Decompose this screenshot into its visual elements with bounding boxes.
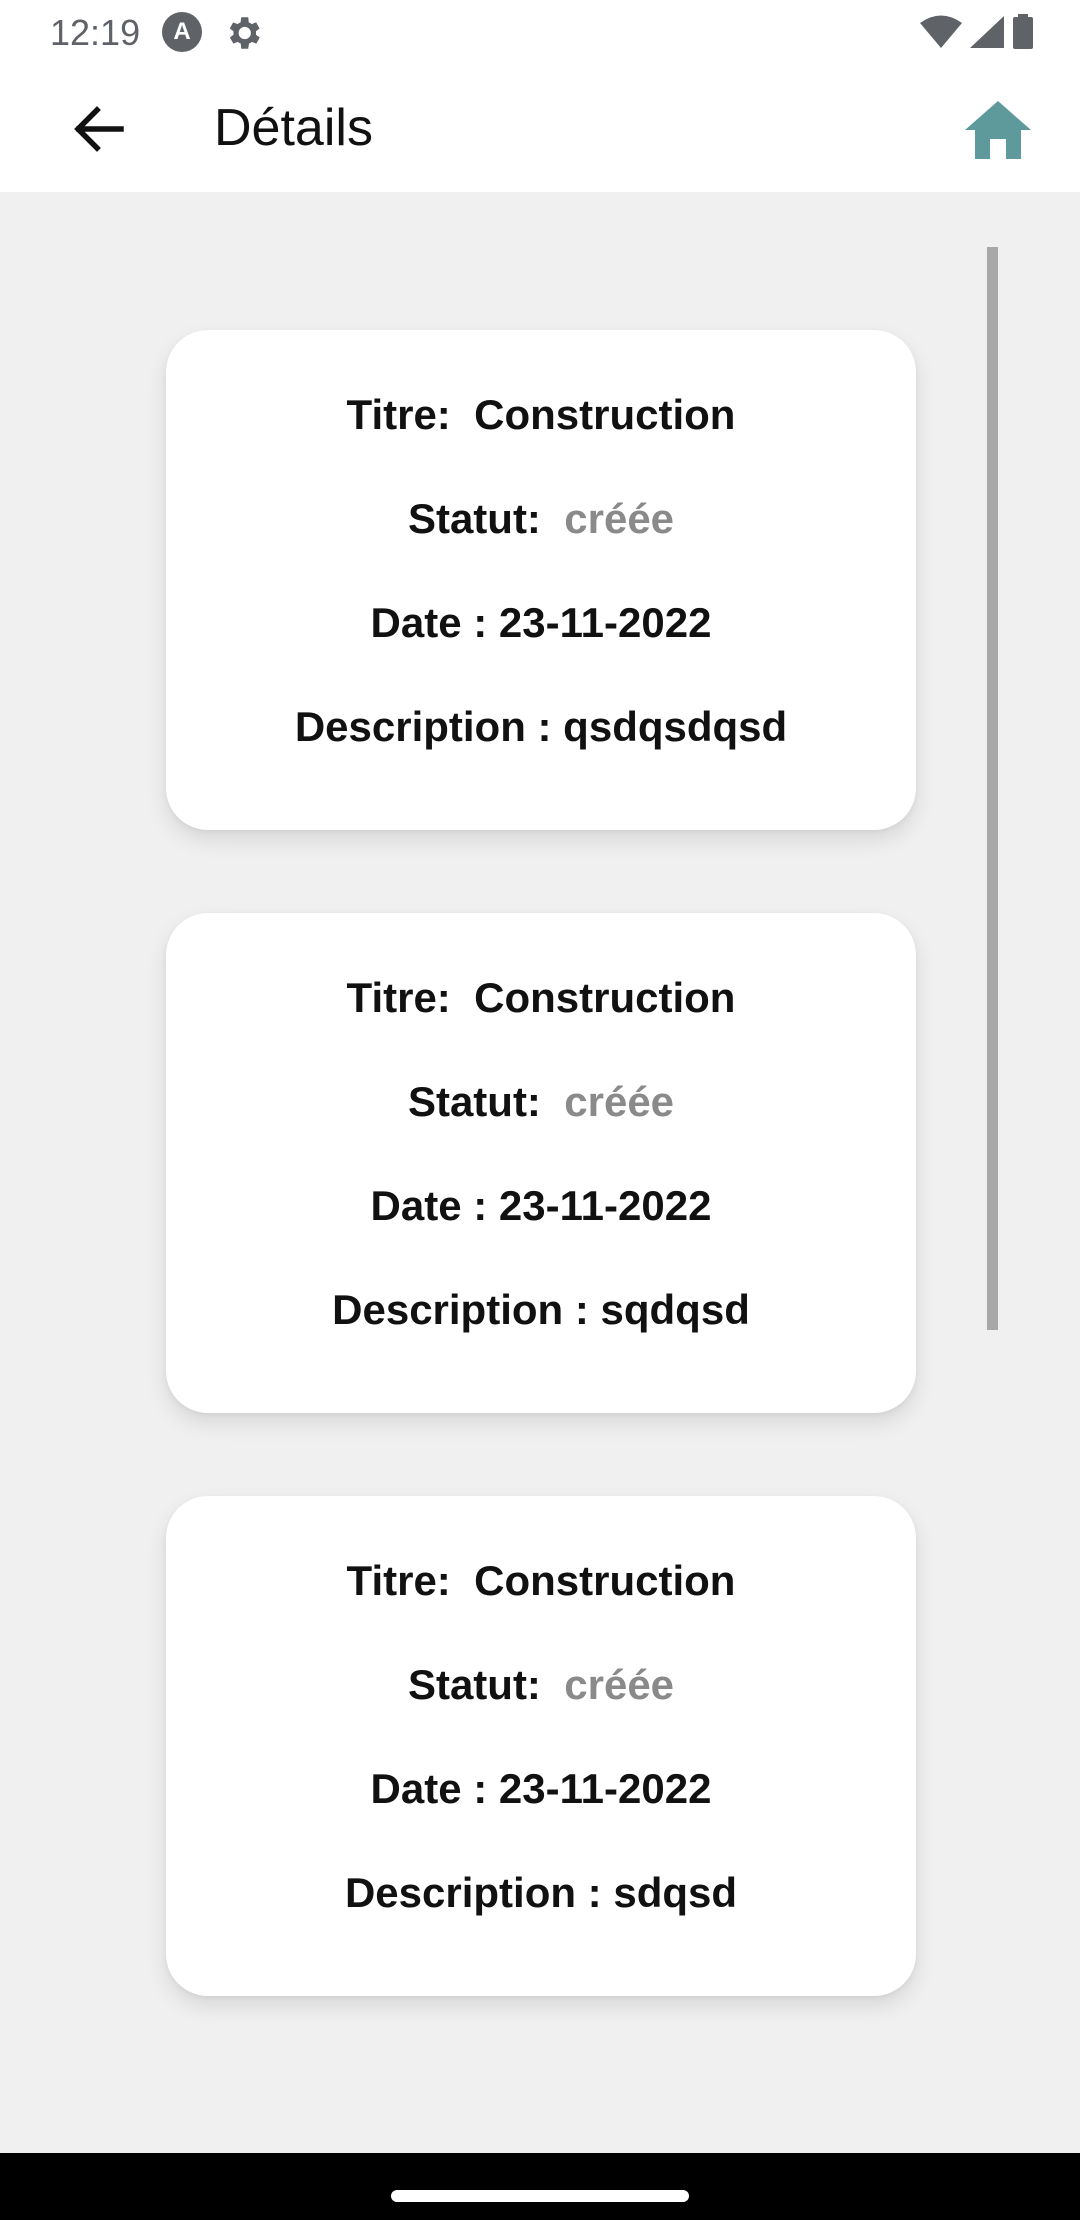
title-line: Titre: Construction <box>166 1556 916 1606</box>
wifi-icon <box>920 15 963 48</box>
title-value: Construction <box>474 391 736 438</box>
status-label: Statut: <box>407 1661 541 1708</box>
details-list[interactable]: Titre: Construction Statut: créée Date :… <box>0 192 1080 2152</box>
home-button[interactable] <box>956 92 1040 168</box>
back-button[interactable] <box>60 94 138 164</box>
home-icon <box>965 101 1031 159</box>
date-line: Date : 23-11-2022 <box>370 1765 712 1812</box>
title-value: Construction <box>474 974 736 1021</box>
status-line: Statut: créée <box>166 1077 916 1127</box>
app-notification-icon: A <box>162 12 202 52</box>
system-navigation-bar <box>0 2153 1080 2220</box>
description-line: Description : sqdqsd <box>332 1286 750 1333</box>
detail-card: Titre: Construction Statut: créée Date :… <box>166 913 916 1413</box>
arrow-left-icon <box>74 106 124 152</box>
title-value: Construction <box>474 1557 736 1604</box>
description-line: Description : sdqsd <box>344 1869 738 1916</box>
settings-gear-icon <box>222 12 264 54</box>
scrollbar[interactable] <box>987 247 998 1330</box>
status-indicators <box>919 14 1036 50</box>
date-line: Date : 23-11-2022 <box>370 1182 712 1229</box>
status-value: créée <box>564 1078 675 1125</box>
detail-card: Titre: Construction Statut: créée Date :… <box>166 1496 916 1996</box>
title-line: Titre: Construction <box>166 390 916 440</box>
battery-icon <box>1013 14 1033 49</box>
status-line: Statut: créée <box>166 494 916 544</box>
status-label: Statut: <box>407 1078 541 1125</box>
cell-signal-icon <box>969 16 1004 48</box>
status-time: 12:19 <box>50 12 141 53</box>
status-label: Statut: <box>407 495 541 542</box>
page-title: Détails <box>214 99 373 157</box>
title-label: Titre: <box>346 391 451 438</box>
status-line: Statut: créée <box>166 1660 916 1710</box>
title-label: Titre: <box>346 1557 451 1604</box>
status-value: créée <box>564 495 675 542</box>
title-line: Titre: Construction <box>166 973 916 1023</box>
status-bar: 12:19 A <box>0 0 1080 64</box>
home-gesture-handle[interactable] <box>391 2190 689 2202</box>
title-label: Titre: <box>346 974 451 1021</box>
app-bar: Détails <box>0 64 1080 192</box>
detail-card: Titre: Construction Statut: créée Date :… <box>166 330 916 830</box>
description-line: Description : qsdqsdqsd <box>294 703 788 750</box>
status-value: créée <box>564 1661 675 1708</box>
date-line: Date : 23-11-2022 <box>370 599 712 646</box>
